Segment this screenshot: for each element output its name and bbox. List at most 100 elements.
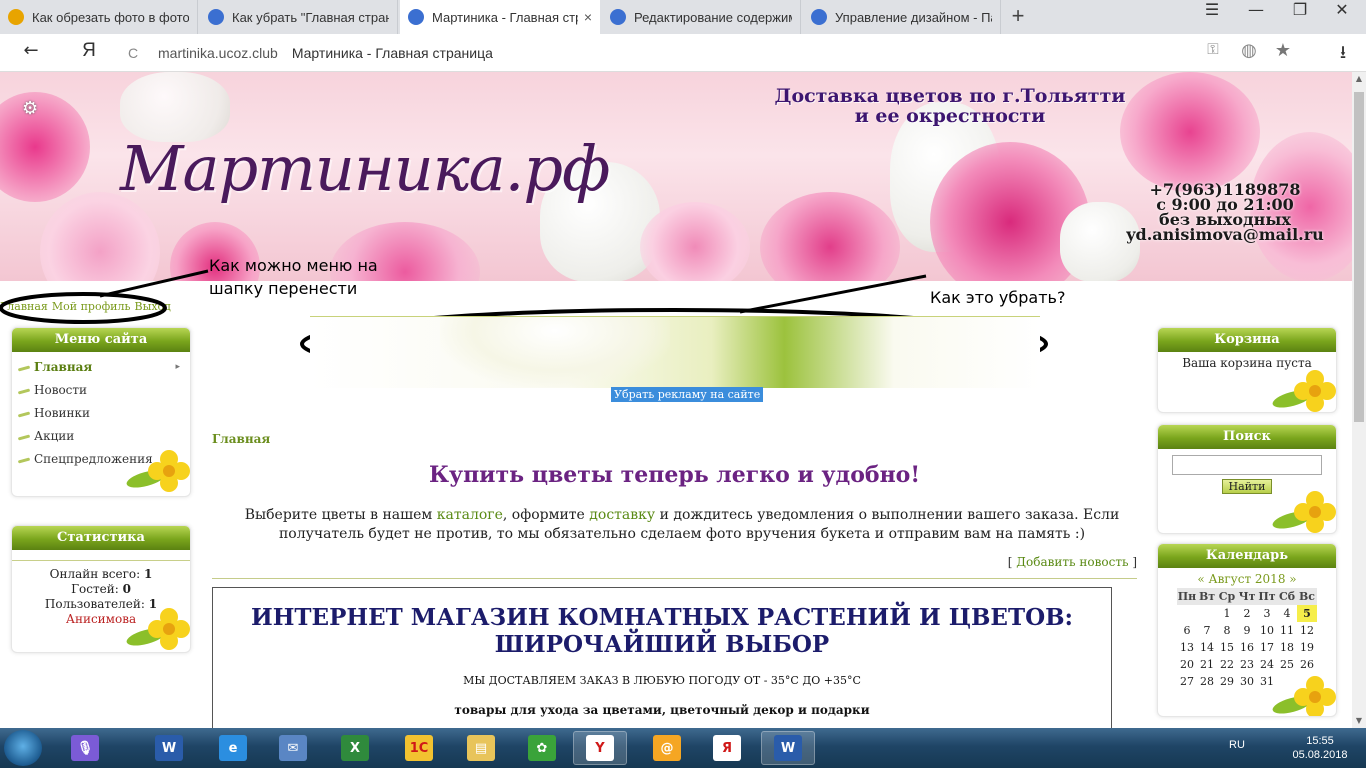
yandex-logo-icon[interactable]: Я <box>76 40 102 66</box>
add-news-link[interactable]: Добавить новость <box>1016 555 1128 569</box>
calendar-day[interactable]: 18 <box>1277 639 1297 656</box>
taskbar-ie-button[interactable]: e <box>206 731 260 765</box>
calendar-day[interactable]: 30 <box>1237 673 1257 690</box>
site-logo[interactable]: Мартиника.рф <box>120 132 611 205</box>
back-arrow-icon[interactable]: ← <box>18 40 44 66</box>
taskbar-word-button[interactable]: W <box>142 731 196 765</box>
scroll-down-icon[interactable]: ▼ <box>1352 714 1366 728</box>
site-header: ⚙ Мартиника.рф Доставка цветов по г.Толь… <box>0 72 1352 281</box>
page-scrollbar[interactable]: ▲ ▼ <box>1352 72 1366 728</box>
start-button[interactable] <box>4 730 42 766</box>
calendar-day[interactable]: 14 <box>1197 639 1217 656</box>
taskbar-word-open-button[interactable]: W <box>761 731 815 765</box>
reload-icon[interactable]: C <box>128 38 138 68</box>
calendar-day[interactable]: 23 <box>1237 656 1257 673</box>
calendar-day[interactable]: 26 <box>1297 656 1317 673</box>
menu-item-home[interactable]: Главная ▸ <box>18 356 184 379</box>
stat-online-value: 1 <box>144 567 153 581</box>
calendar-day[interactable]: 1 <box>1217 605 1237 622</box>
delivery-link[interactable]: доставку <box>589 507 655 523</box>
minimize-icon[interactable]: — <box>1236 0 1276 34</box>
annotation-banner-note: Как это убрать? <box>930 288 1066 307</box>
calendar-day[interactable]: 7 <box>1197 622 1217 639</box>
taskbar-1c-button[interactable]: 1С <box>392 731 446 765</box>
taskbar-yandex-button[interactable]: Y <box>573 731 627 765</box>
add-news: [ Добавить новость ] <box>212 555 1137 569</box>
browser-tab[interactable]: Редактирование содержим <box>602 0 801 34</box>
calendar-day[interactable]: 4 <box>1277 605 1297 622</box>
calendar-weekday: Сб <box>1277 588 1297 605</box>
browser-tab[interactable]: Управление дизайном - Па <box>803 0 1001 34</box>
tab-favicon-icon <box>8 9 24 25</box>
key-icon[interactable]: ⚿ <box>1200 40 1226 66</box>
taskbar-icq-button[interactable]: ✿ <box>515 731 569 765</box>
calendar-day[interactable]: 5 <box>1297 605 1317 622</box>
calendar-day[interactable]: 12 <box>1297 622 1317 639</box>
settings-gear-icon[interactable]: ⚙ <box>22 98 38 119</box>
calendar-day[interactable]: 10 <box>1257 622 1277 639</box>
calendar-day[interactable]: 22 <box>1217 656 1237 673</box>
menu-item-news[interactable]: Новости <box>18 379 184 402</box>
calendar-day[interactable]: 21 <box>1197 656 1217 673</box>
shop-goods-note: товары для ухода за цветами, цветочный д… <box>454 703 870 717</box>
calendar-day[interactable]: 8 <box>1217 622 1237 639</box>
taskbar-mailru-agent-button[interactable]: @ <box>640 731 694 765</box>
calendar-day[interactable]: 3 <box>1257 605 1277 622</box>
system-clock[interactable]: 15:55 05.08.2018 <box>1290 734 1350 762</box>
calendar-day[interactable]: 9 <box>1237 622 1257 639</box>
stat-guests: Гостей: 0 <box>18 582 184 597</box>
bookmark-star-icon[interactable]: ★ <box>1270 40 1296 66</box>
taskbar-explorer-button[interactable]: ▤ <box>454 731 508 765</box>
calendar-day[interactable]: 11 <box>1277 622 1297 639</box>
taskbar-voice-button[interactable]: 🎙 <box>58 731 112 765</box>
browser-tab[interactable]: Как обрезать фото в фотош <box>0 0 198 34</box>
calendar-day[interactable]: 13 <box>1177 639 1197 656</box>
taskbar-yandex-browser-button[interactable]: Я <box>700 731 754 765</box>
calendar-day[interactable]: 25 <box>1277 656 1297 673</box>
scroll-up-icon[interactable]: ▲ <box>1352 72 1366 86</box>
excel-icon: X <box>341 735 369 761</box>
calendar-day[interactable]: 28 <box>1197 673 1217 690</box>
search-button[interactable]: Найти <box>1221 479 1273 494</box>
tab-title: Мартиника - Главная стр <box>432 9 578 25</box>
voice-icon: 🎙 <box>71 735 99 761</box>
tab-title: Как убрать "Главная страни <box>232 9 389 25</box>
taskbar-mail-button[interactable]: ✉ <box>266 731 320 765</box>
new-tab-button[interactable]: + <box>1006 4 1030 28</box>
browser-menu-icon[interactable]: ☰ <box>1192 0 1232 34</box>
ad-banner[interactable] <box>310 316 1040 388</box>
close-window-icon[interactable]: ✕ <box>1322 0 1362 34</box>
contacts: +7(963)1189878 с 9:00 до 21:00 без выход… <box>1100 182 1350 243</box>
tab-close-icon[interactable]: × <box>578 9 592 25</box>
calendar-day[interactable]: 29 <box>1217 673 1237 690</box>
maximize-icon[interactable]: ❐ <box>1280 0 1320 34</box>
protect-icon[interactable]: ◍ <box>1236 40 1262 66</box>
calendar-day[interactable]: 31 <box>1257 673 1277 690</box>
calendar-day[interactable]: 24 <box>1257 656 1277 673</box>
calendar-day[interactable]: 27 <box>1177 673 1197 690</box>
calendar-day[interactable]: 19 <box>1297 639 1317 656</box>
annotation-line: шапку перенести <box>209 279 358 298</box>
cart-empty-text: Ваша корзина пуста <box>1182 356 1312 370</box>
menu-item-new-arrivals[interactable]: Новинки <box>18 402 184 425</box>
search-input[interactable] <box>1172 455 1322 475</box>
download-icon[interactable]: ⭳ <box>1330 40 1356 66</box>
browser-tab[interactable]: Мартиника - Главная стр × <box>400 0 600 34</box>
taskbar-excel-button[interactable]: X <box>328 731 382 765</box>
catalog-link[interactable]: каталоге <box>437 507 503 523</box>
calendar-day[interactable]: 2 <box>1237 605 1257 622</box>
stat-online: Онлайн всего: 1 <box>18 567 184 582</box>
language-indicator[interactable]: RU <box>1229 739 1245 751</box>
browser-tab[interactable]: Как убрать "Главная страни <box>200 0 398 34</box>
breadcrumb[interactable]: Главная <box>212 432 270 446</box>
calendar-day[interactable]: 6 <box>1177 622 1197 639</box>
menu-item-promotions[interactable]: Акции <box>18 425 184 448</box>
calendar-day[interactable]: 16 <box>1237 639 1257 656</box>
calendar-month-nav[interactable]: « Август 2018 » <box>1160 572 1334 586</box>
remove-ads-link[interactable]: Убрать рекламу на сайте <box>611 387 764 402</box>
calendar-day[interactable]: 15 <box>1217 639 1237 656</box>
scroll-thumb[interactable] <box>1354 92 1364 422</box>
calendar-day[interactable]: 17 <box>1257 639 1277 656</box>
calendar-day[interactable]: 20 <box>1177 656 1197 673</box>
url-field[interactable]: C martinika.ucoz.club Мартиника - Главная… <box>120 38 1270 68</box>
